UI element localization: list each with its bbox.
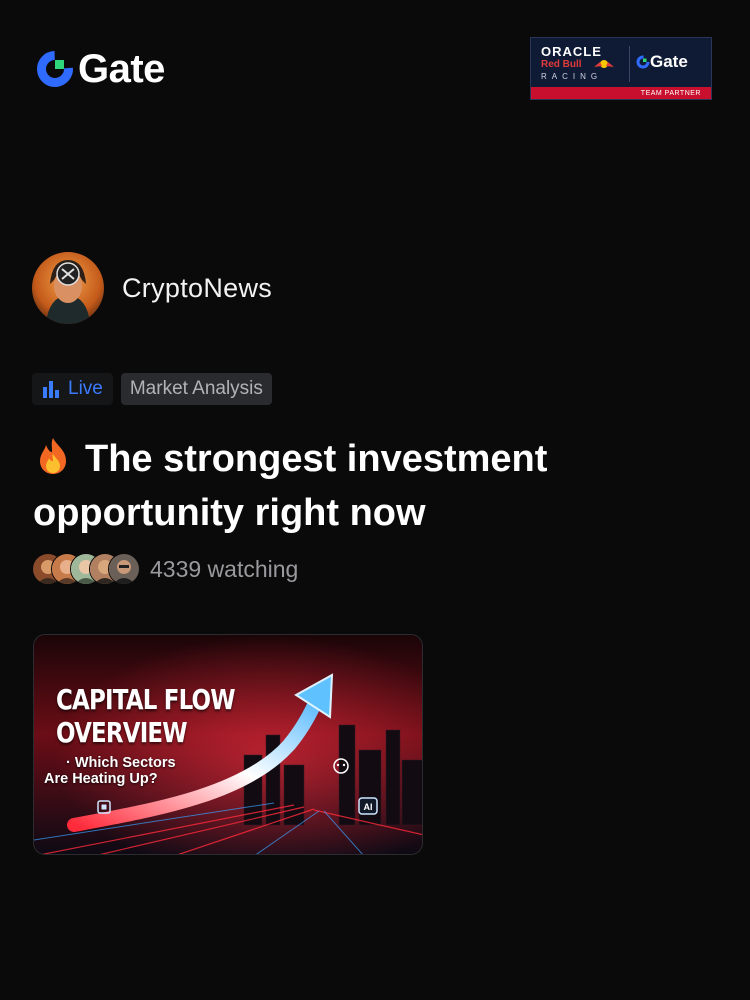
team-partner-band: TEAM PARTNER	[531, 87, 711, 99]
thumbnail-title-line2: OVERVIEW	[56, 716, 188, 749]
gate-small-logo-icon	[636, 55, 650, 69]
video-thumbnail[interactable]: AI CAPITAL FLOW OVERVIEW · Which Sectors…	[33, 634, 423, 855]
oracle-wordmark: ORACLE	[541, 44, 602, 59]
partner-gate-wordmark: Gate	[650, 52, 688, 71]
category-tag[interactable]: Market Analysis	[120, 373, 272, 405]
watching-count: 4339 watching	[150, 555, 299, 582]
author-row[interactable]: CryptoNews	[32, 252, 272, 324]
tag-row: Live Market Analysis	[32, 373, 272, 405]
fire-icon	[40, 438, 66, 474]
svg-text:AI: AI	[364, 802, 373, 812]
redbull-wordmark: Red Bull	[541, 59, 582, 70]
live-label: Live	[68, 378, 103, 399]
avatar-xrp-icon	[32, 252, 104, 324]
team-partner-label: TEAM PARTNER	[640, 89, 701, 97]
thumbnail-subtitle-line1: · Which Sectors	[66, 755, 176, 771]
post-title-text: The strongest investment opportunity rig…	[33, 438, 548, 534]
team-partner-badge: ORACLE Red Bull RACING Gate TEAM PARTNER	[530, 37, 712, 100]
post-title[interactable]: The strongest investment opportunity rig…	[33, 432, 723, 540]
partner-divider	[629, 46, 630, 82]
bar-chart-icon	[43, 381, 59, 398]
thumbnail-title: CAPITAL FLOW OVERVIEW	[56, 683, 236, 749]
viewer-avatar	[108, 553, 140, 585]
gate-logo-text: Gate	[78, 47, 165, 91]
thumbnail-subtitle: · Which Sectors Are Heating Up?	[44, 755, 176, 787]
watching-row: 4339 watching	[32, 553, 298, 585]
racing-wordmark: RACING	[541, 72, 603, 81]
thumbnail-subtitle-line2: Are Heating Up?	[44, 771, 158, 787]
gate-logo-icon	[37, 51, 73, 87]
thumbnail-title-line1: CAPITAL FLOW	[56, 683, 236, 716]
author-name[interactable]: CryptoNews	[122, 273, 272, 304]
gate-logo: Gate	[36, 47, 165, 91]
ai-chip-icon: AI	[358, 797, 378, 815]
viewer-avatars	[32, 553, 140, 585]
redbull-icon	[594, 60, 614, 68]
avatar[interactable]	[32, 252, 104, 324]
category-label: Market Analysis	[129, 378, 263, 399]
live-tag[interactable]: Live	[32, 373, 113, 405]
